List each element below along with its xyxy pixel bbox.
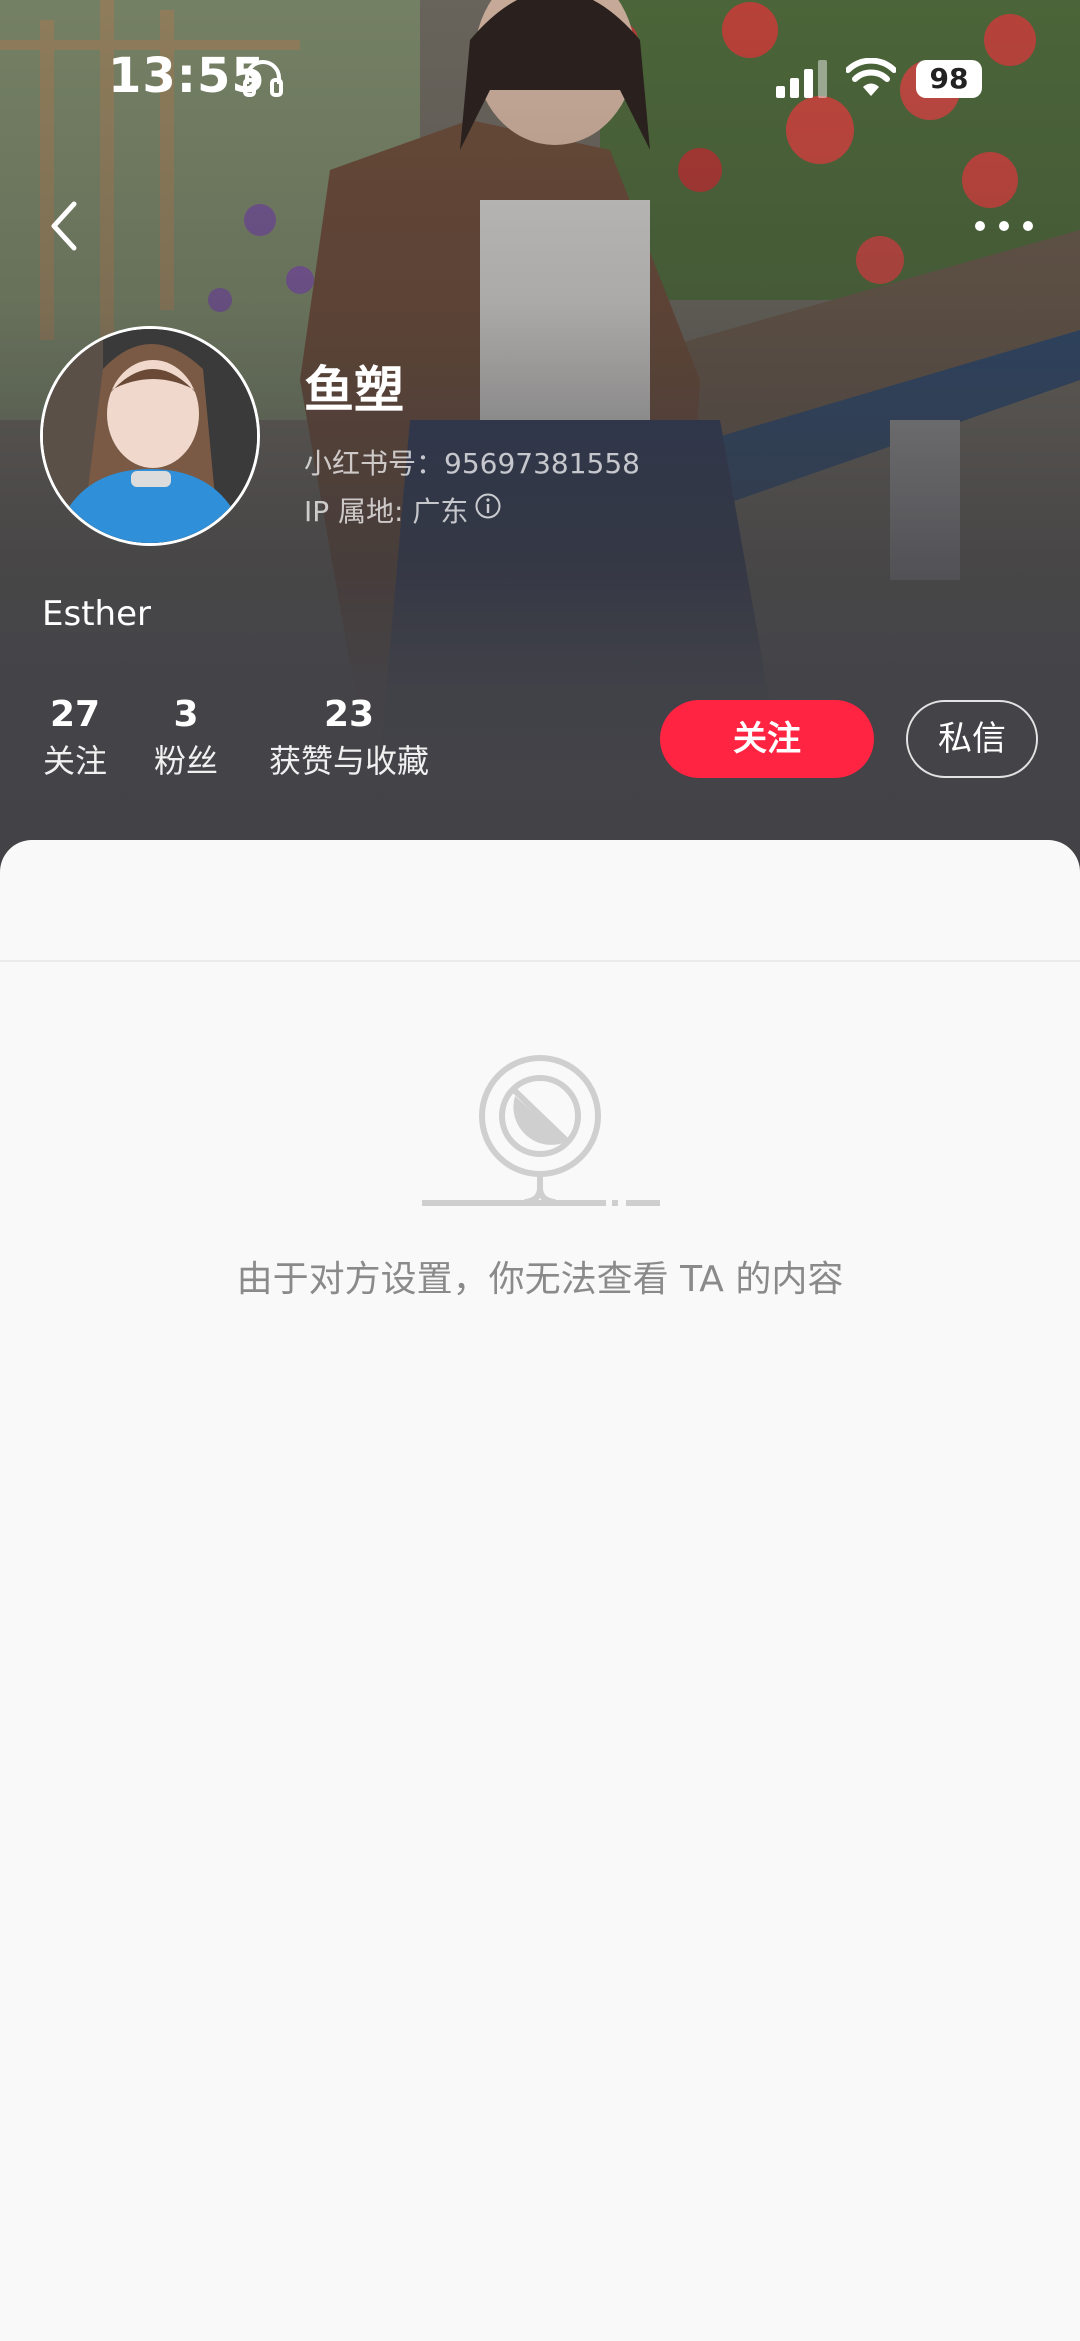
stat-likes-collects[interactable]: 23 获赞与收藏 [266, 692, 432, 784]
stat-following[interactable]: 27 关注 [40, 692, 110, 784]
followers-count: 3 [173, 694, 199, 735]
avatar[interactable] [40, 326, 260, 546]
followers-label: 粉丝 [153, 742, 218, 780]
bio-text: Esther [42, 594, 151, 634]
prohibited-icon [422, 1055, 660, 1206]
battery-indicator: 98 [916, 60, 982, 98]
blocked-content-message: 由于对方设置，你无法查看 TA 的内容 [236, 1259, 844, 1300]
following-label: 关注 [42, 742, 107, 780]
back-button[interactable] [40, 196, 92, 256]
stat-followers[interactable]: 3 粉丝 [150, 692, 222, 784]
cellular-signal-icon [776, 60, 827, 98]
profile-screen: 13:55 98 鱼塑 小红书号：95697381558 IP 属地: 广东 E… [0, 0, 1080, 2341]
display-name: 鱼塑 [304, 361, 404, 419]
user-id[interactable]: 小红书号：95697381558 [304, 442, 640, 482]
likes-collects-count: 23 [323, 694, 375, 735]
headphones-icon [243, 60, 283, 97]
ip-location: IP 属地: 广东 [304, 495, 469, 528]
info-icon[interactable] [474, 492, 502, 520]
profile-header: 13:55 98 鱼塑 小红书号：95697381558 IP 属地: 广东 E… [0, 0, 1080, 880]
wifi-icon [846, 58, 896, 96]
content-panel: 由于对方设置，你无法查看 TA 的内容 [0, 840, 1080, 2341]
following-count: 27 [49, 694, 101, 735]
divider [0, 960, 1080, 962]
likes-collects-label: 获赞与收藏 [268, 742, 429, 780]
follow-button[interactable]: 关注 [660, 700, 874, 778]
avatar-image [43, 329, 257, 543]
more-options-button[interactable] [970, 206, 1038, 246]
message-button[interactable]: 私信 [906, 700, 1038, 778]
